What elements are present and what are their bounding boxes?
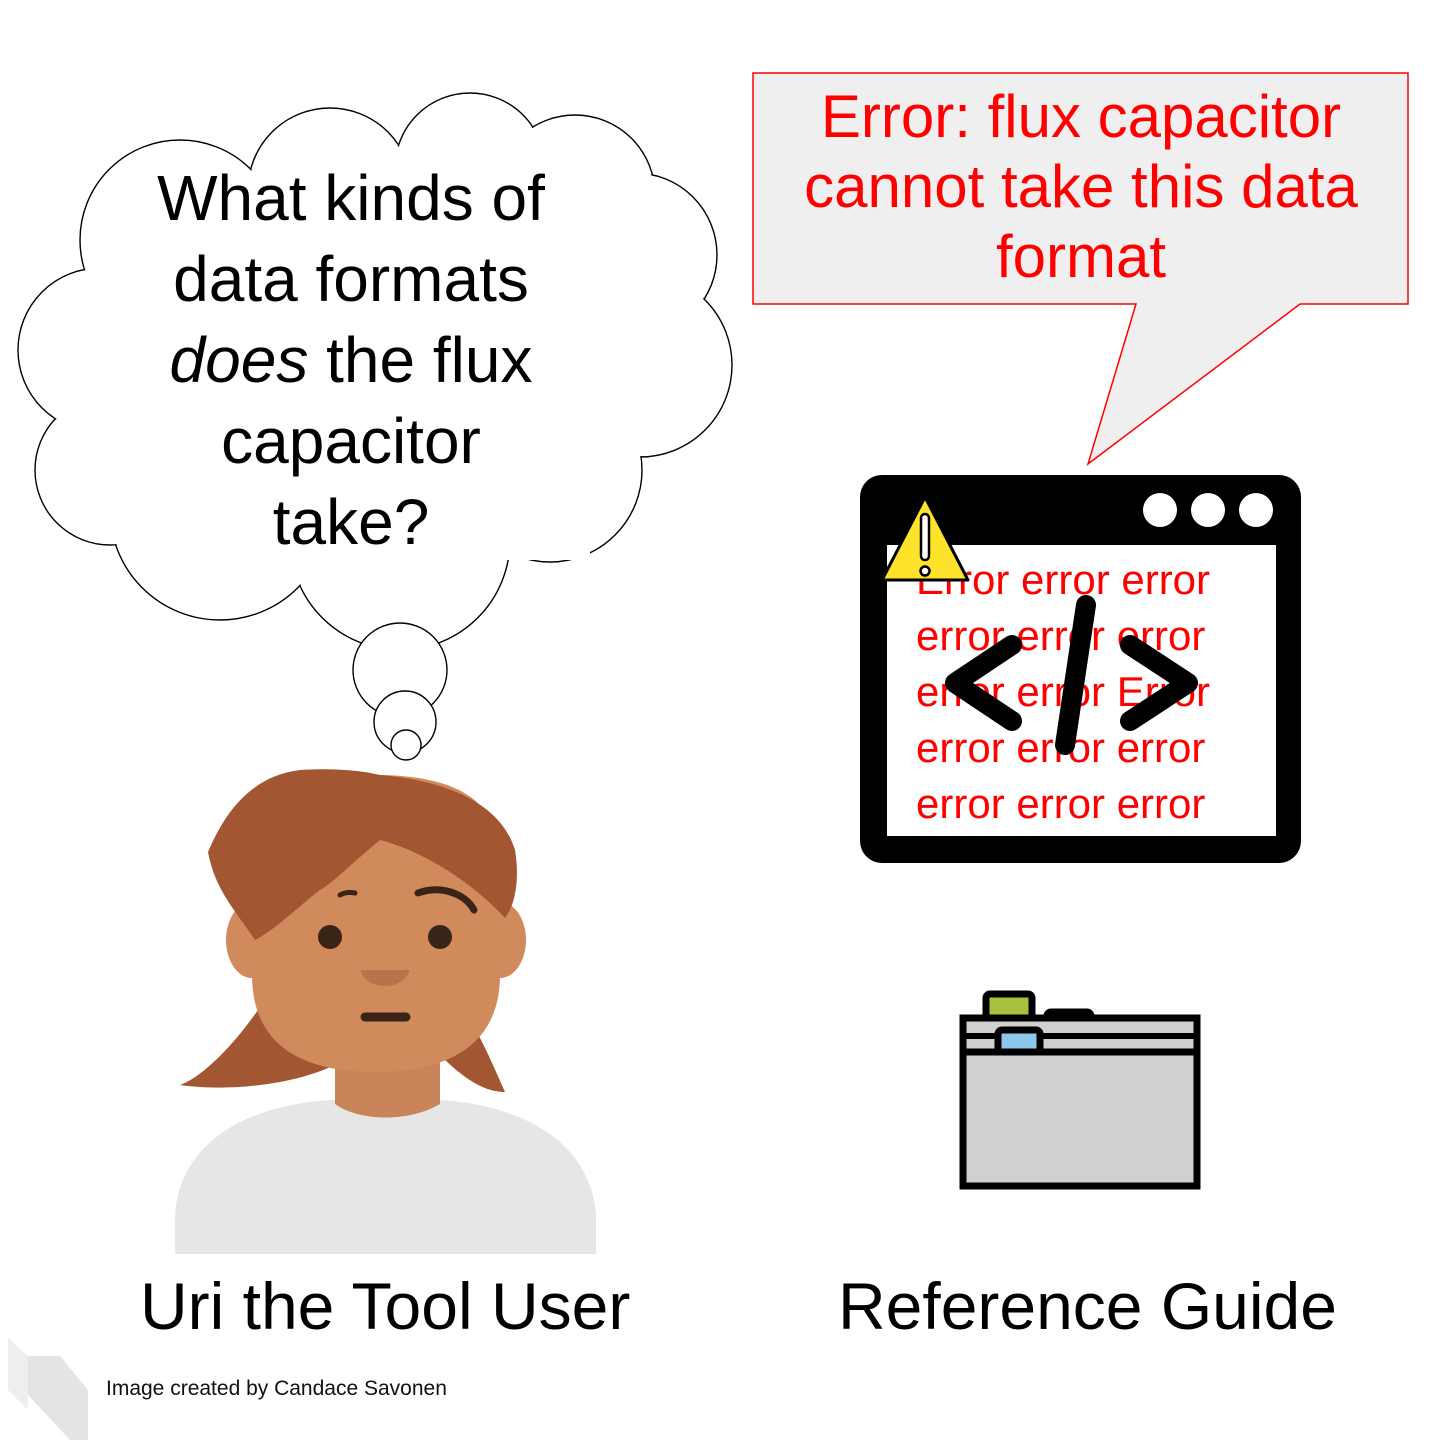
watermark-logo — [8, 1338, 88, 1440]
image-credit: Image created by Candace Savonen — [106, 1377, 447, 1400]
